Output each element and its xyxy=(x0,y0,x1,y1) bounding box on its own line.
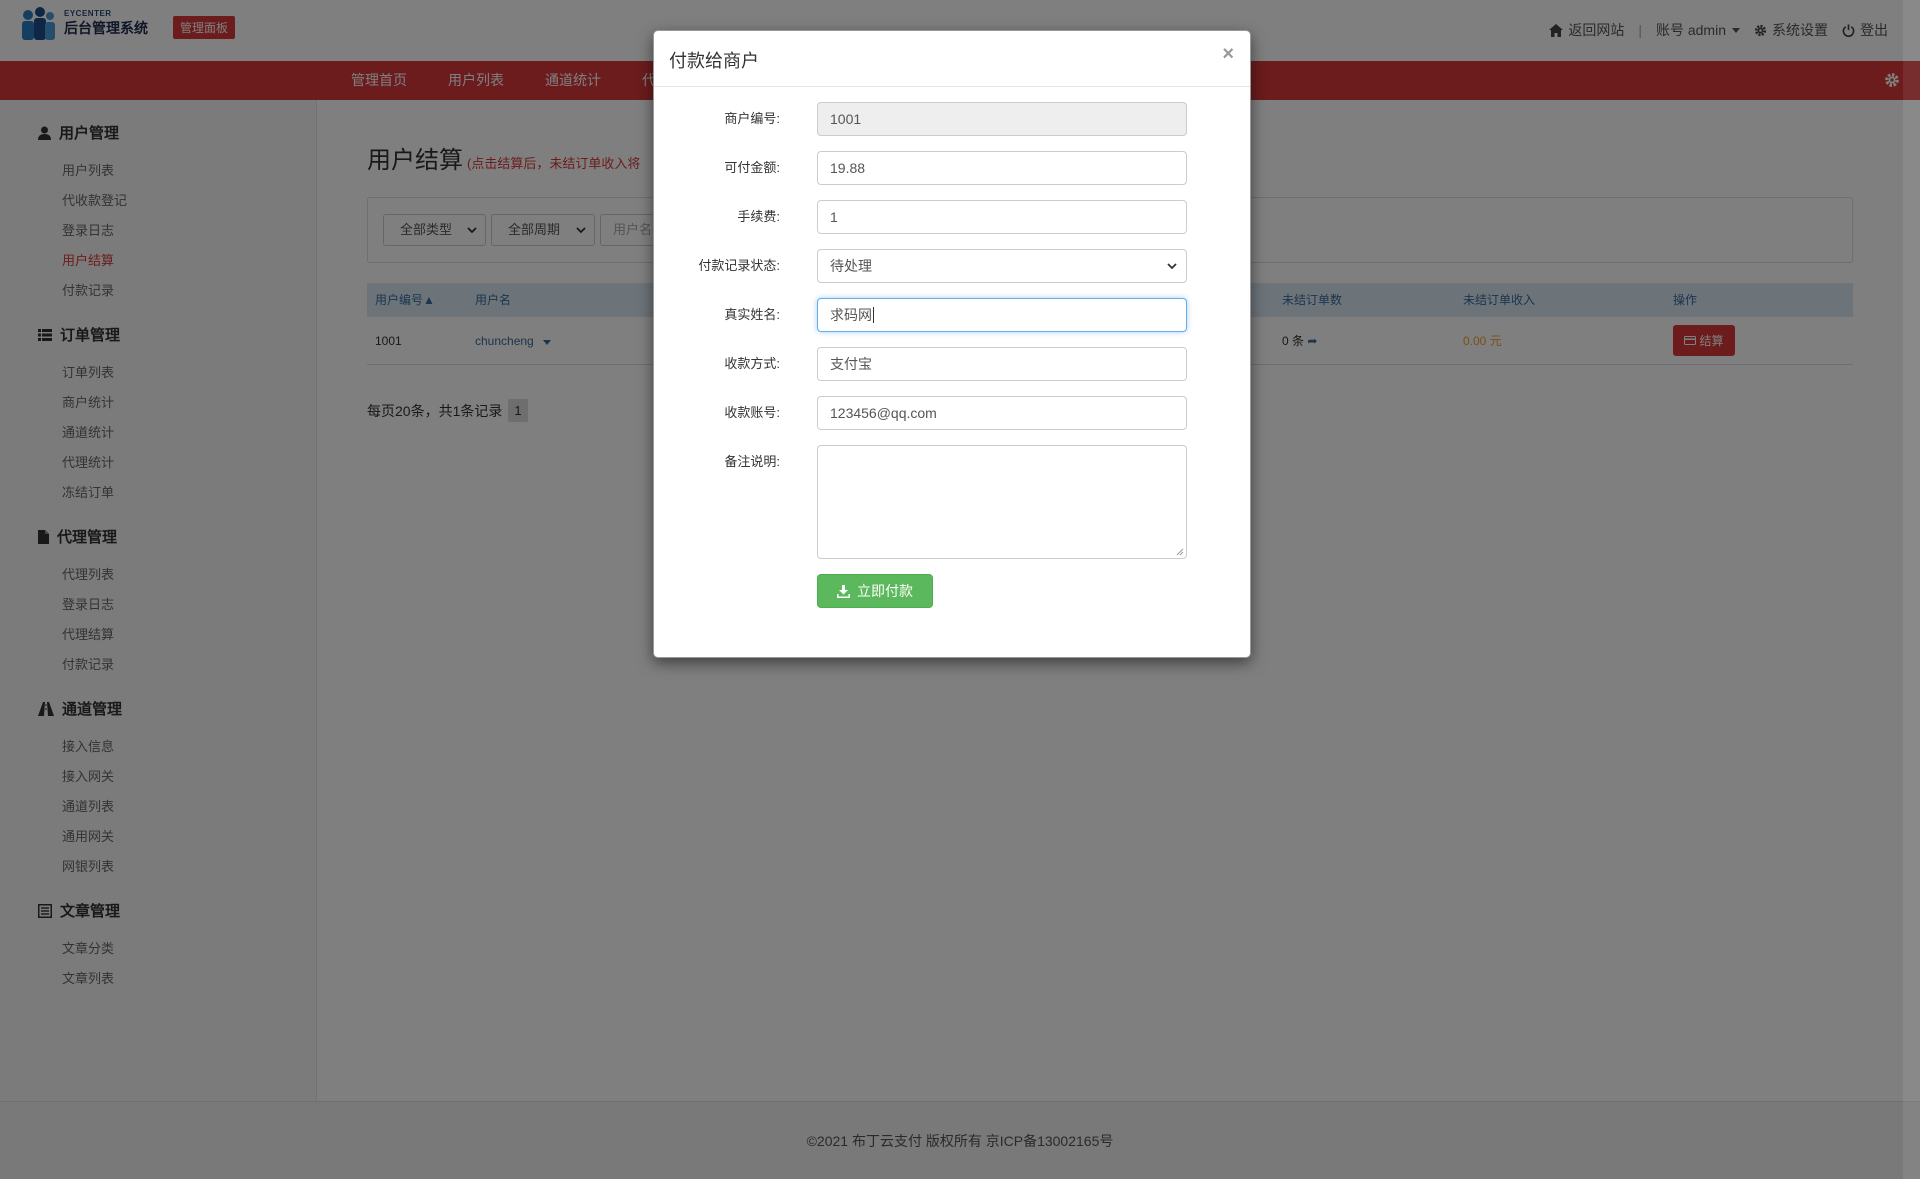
pay-merchant-modal: 付款给商户 × 商户编号: 1001 可付金额: 19.88 手续费: 1 付款… xyxy=(653,30,1251,658)
merchant-id-label: 商户编号: xyxy=(724,111,780,126)
remark-label: 备注说明: xyxy=(724,454,780,469)
form-row-method: 收款方式: 支付宝 xyxy=(654,347,1250,381)
status-label: 付款记录状态: xyxy=(698,258,780,273)
pay-now-button[interactable]: 立即付款 xyxy=(817,574,933,608)
real-name-label: 真实姓名: xyxy=(724,307,780,322)
modal-header: 付款给商户 × xyxy=(654,31,1250,87)
form-row-account: 收款账号: 123456@qq.com xyxy=(654,396,1250,430)
real-name-value: 求码网 xyxy=(830,307,872,323)
form-row-remark: 备注说明: xyxy=(654,445,1250,559)
form-row-status: 付款记录状态: 待处理 xyxy=(654,249,1250,283)
form-row-merchant-id: 商户编号: 1001 xyxy=(654,102,1250,136)
merchant-id-field: 1001 xyxy=(817,102,1187,136)
fee-field[interactable]: 1 xyxy=(817,200,1187,234)
amount-field[interactable]: 19.88 xyxy=(817,151,1187,185)
form-row-real-name: 真实姓名: 求码网 xyxy=(654,298,1250,332)
download-icon xyxy=(837,584,850,598)
close-icon[interactable]: × xyxy=(1222,43,1234,66)
real-name-field[interactable]: 求码网 xyxy=(817,298,1187,332)
pay-now-label: 立即付款 xyxy=(857,583,913,599)
modal-title: 付款给商户 xyxy=(669,51,759,71)
fee-label: 手续费: xyxy=(737,209,780,224)
scrollbar[interactable] xyxy=(1903,0,1920,1179)
remark-textarea[interactable] xyxy=(817,445,1187,559)
method-label: 收款方式: xyxy=(724,356,780,371)
account-field[interactable]: 123456@qq.com xyxy=(817,396,1187,430)
status-select[interactable]: 待处理 xyxy=(817,249,1187,283)
account-label: 收款账号: xyxy=(724,405,780,420)
chevron-down-icon xyxy=(1167,263,1177,270)
resize-grip-icon[interactable] xyxy=(1176,548,1184,556)
status-select-value: 待处理 xyxy=(830,258,872,274)
payment-method-field[interactable]: 支付宝 xyxy=(817,347,1187,381)
text-cursor xyxy=(873,307,874,323)
amount-label: 可付金额: xyxy=(724,160,780,175)
form-row-fee: 手续费: 1 xyxy=(654,200,1250,234)
form-row-amount: 可付金额: 19.88 xyxy=(654,151,1250,185)
